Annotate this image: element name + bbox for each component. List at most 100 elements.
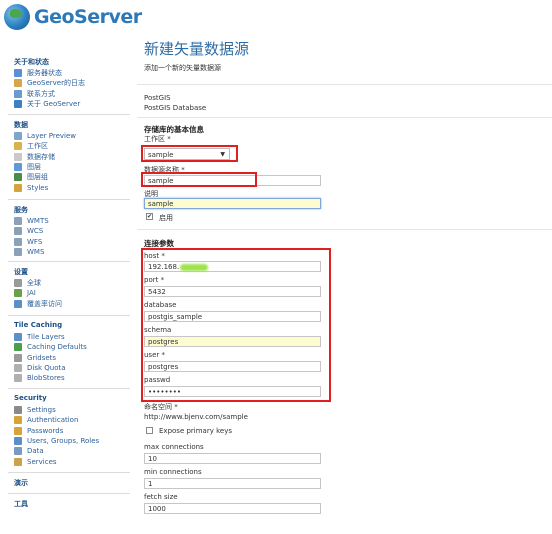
expose-pk-label: Expose primary keys — [159, 427, 232, 435]
sidebar-item-label: JAI — [27, 289, 36, 298]
enabled-checkbox[interactable]: ✔ — [146, 213, 153, 220]
passwords-icon — [14, 426, 22, 435]
sidebar-item-label: WFS — [27, 237, 43, 246]
store-description: PostGIS Database — [144, 104, 207, 112]
sidebar-item-label: 全球 — [27, 279, 41, 287]
sidebar-item[interactable]: 工作区 — [14, 141, 48, 151]
page-title: 新建矢量数据源 — [144, 40, 250, 58]
main-panel: 新建矢量数据源 添加一个新的矢量数据源 PostGIS PostGIS Data… — [137, 33, 552, 534]
sidebar-item-label: Layer Preview — [27, 132, 76, 140]
settings-icon — [14, 406, 22, 414]
divider — [137, 117, 552, 118]
caching-defaults-icon — [14, 343, 22, 352]
tile-layers-icon — [14, 333, 22, 341]
sidebar-item[interactable]: Gridsets — [14, 353, 56, 363]
server-status-icon — [14, 69, 22, 77]
log-icon — [14, 79, 22, 88]
fetch-size-input[interactable]: 1000 — [144, 503, 321, 514]
sidebar-item-label: 图层 — [27, 162, 41, 171]
sidebar-item[interactable]: Caching Defaults — [14, 342, 87, 352]
sidebar-item[interactable]: Layer Preview — [14, 131, 76, 141]
sidebar-item-label: Settings — [27, 406, 56, 414]
sidebar-item-label: BlobStores — [27, 374, 65, 383]
sidebar-item[interactable]: 服务器状态 — [14, 68, 62, 78]
sidebar-item[interactable]: 联系方式 — [14, 89, 55, 99]
sidebar-item[interactable]: WCS — [14, 226, 43, 236]
sidebar-item[interactable]: 关于 GeoServer — [14, 99, 80, 109]
authentication-icon — [14, 416, 22, 425]
users-icon — [14, 436, 22, 445]
sidebar-item-label: Services — [27, 457, 57, 466]
namespace-value: http://www.bjenv.com/sample — [144, 413, 248, 421]
sidebar-item[interactable]: Services — [14, 457, 57, 467]
sidebar-item[interactable]: Settings — [14, 405, 56, 415]
sidebar-item[interactable]: 图层 — [14, 162, 41, 172]
workspace-icon — [14, 142, 22, 151]
sidebar-item-label: Passwords — [27, 426, 64, 435]
sidebar-item[interactable]: Tile Layers — [14, 332, 65, 342]
sidebar-item-label: Styles — [27, 183, 49, 192]
description-input[interactable]: sample — [144, 198, 321, 209]
sidebar-item[interactable]: Passwords — [14, 426, 63, 436]
sidebar-item[interactable]: 数据存储 — [14, 152, 55, 162]
sidebar-section-title: 关于和状态 — [14, 58, 49, 66]
expose-pk-checkbox[interactable] — [146, 427, 153, 434]
divider — [137, 229, 552, 230]
sidebar-item[interactable]: WFS — [14, 237, 42, 247]
wms-icon — [14, 247, 22, 256]
sidebar-item[interactable]: WMS — [14, 247, 44, 257]
sidebar-item[interactable]: BlobStores — [14, 373, 65, 383]
coverage-icon — [14, 299, 22, 308]
sidebar-item-label: WMS — [27, 247, 45, 256]
sidebar-item[interactable]: 图层组 — [14, 172, 48, 182]
sidebar-item-label: 数据存储 — [27, 152, 55, 161]
sidebar-item-label: Gridsets — [27, 353, 57, 362]
sidebar-item[interactable]: Styles — [14, 183, 48, 193]
sidebar-item-label: Caching Defaults — [27, 343, 87, 352]
namespace-label: 命名空间 * — [144, 403, 178, 411]
sidebar-item-label: 关于 GeoServer — [27, 99, 81, 108]
sidebar-item[interactable]: 覆盖率访问 — [14, 299, 62, 309]
sidebar-item-label: Data — [27, 447, 44, 456]
sidebar-divider — [8, 315, 130, 316]
sidebar-item-label: 工作区 — [27, 142, 48, 151]
sidebar-item-label: WCS — [27, 227, 44, 236]
sidebar-section-title: 服务 — [14, 206, 28, 214]
min-connections-input[interactable]: 1 — [144, 478, 321, 489]
page-subtitle: 添加一个新的矢量数据源 — [144, 64, 221, 72]
sidebar-item[interactable]: GeoServer的日志 — [14, 78, 85, 88]
sidebar-item-label: 服务器状态 — [27, 69, 62, 77]
globe-icon — [4, 4, 30, 30]
header: GeoServer — [0, 0, 552, 33]
sidebar-divider — [8, 199, 130, 200]
wmts-icon — [14, 217, 22, 225]
sidebar-item-label: Authentication — [27, 416, 79, 425]
sidebar-divider — [8, 261, 130, 262]
store-icon — [14, 152, 22, 161]
sidebar-item-label: 覆盖率访问 — [27, 299, 62, 308]
sidebar-item[interactable]: Authentication — [14, 415, 78, 425]
max-connections-label: max connections — [144, 443, 204, 451]
sidebar-section-title: 工具 — [14, 500, 28, 508]
highlight-box — [141, 248, 331, 402]
sidebar-item[interactable]: Data — [14, 446, 44, 456]
sidebar-item[interactable]: 全球 — [14, 278, 41, 288]
workspace-label: 工作区 * — [144, 135, 171, 143]
sidebar-item-label: Disk Quota — [27, 363, 66, 372]
sidebar-section-title: Tile Caching — [14, 321, 63, 329]
sidebar-item[interactable]: Users, Groups, Roles — [14, 436, 99, 446]
highlight-box — [141, 145, 238, 162]
layers-icon — [14, 162, 22, 171]
sidebar-divider — [8, 114, 130, 115]
wcs-icon — [14, 227, 22, 236]
sidebar-item-label: WMTS — [27, 217, 49, 225]
max-connections-input[interactable]: 10 — [144, 453, 321, 464]
sidebar-item-label: Users, Groups, Roles — [27, 436, 100, 445]
sidebar-item[interactable]: WMTS — [14, 216, 49, 226]
sidebar-item[interactable]: JAI — [14, 288, 36, 298]
sidebar-item-label: 图层组 — [27, 173, 48, 182]
sidebar: 关于和状态服务器状态 GeoServer的日志 联系方式 关于 GeoServer 数据… — [0, 50, 135, 534]
contact-icon — [14, 89, 22, 98]
sidebar-item[interactable]: Disk Quota — [14, 363, 66, 373]
geoserver-logo[interactable]: GeoServer — [4, 3, 142, 31]
